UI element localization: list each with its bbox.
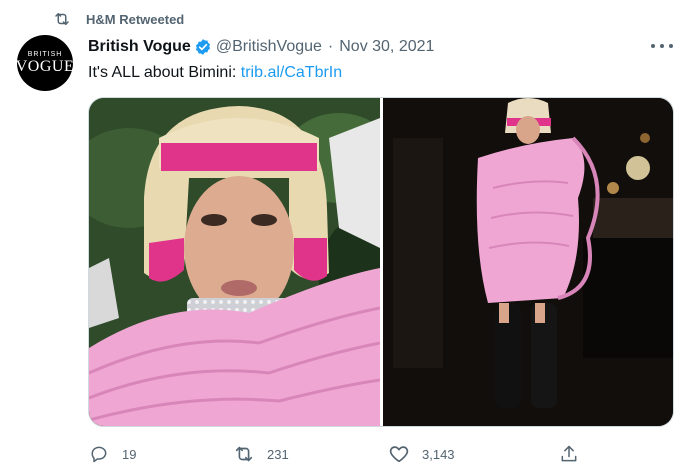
share-action[interactable] [558,443,580,465]
verified-badge-icon [194,38,212,56]
reply-count: 19 [122,446,137,462]
media-photo-1[interactable] [89,98,380,426]
like-count: 3,143 [422,446,455,462]
tweet-header: British Vogue @BritishVogue · Nov 30, 20… [88,36,434,58]
more-dot [651,44,655,48]
more-options-icon[interactable] [651,38,673,54]
retweeted-by-label[interactable]: H&M Retweeted [86,12,184,27]
tweet-date[interactable]: Nov 30, 2021 [339,38,434,56]
tweet-link[interactable]: trib.al/CaTbrIn [241,64,342,81]
avatar-line2: VOGUE [15,58,75,75]
tweet-text: It's ALL about Bimini: trib.al/CaTbrIn [88,62,342,84]
more-dot [660,44,664,48]
media-photo-2[interactable] [383,98,673,426]
tweet-body: It's ALL about Bimini: [88,64,241,81]
avatar[interactable]: BRITISH VOGUE [15,35,75,91]
tweet-actions: 19 231 3,143 [88,443,674,465]
retweet-icon [52,9,72,29]
retweet-count: 231 [267,446,289,462]
retweet-action[interactable]: 231 [233,443,289,465]
media-grid [88,97,674,427]
display-name[interactable]: British Vogue [88,38,191,56]
full-length-illustration [383,98,673,426]
retweet-icon [233,443,255,465]
handle[interactable]: @BritishVogue [216,38,322,56]
portrait-illustration [89,98,380,426]
retweet-row: H&M Retweeted [52,9,184,29]
reply-icon [88,443,110,465]
separator-dot: · [327,38,334,55]
more-dot [669,44,673,48]
like-action[interactable]: 3,143 [388,443,455,465]
heart-icon [388,443,410,465]
reply-action[interactable]: 19 [88,443,136,465]
share-icon [558,443,580,465]
